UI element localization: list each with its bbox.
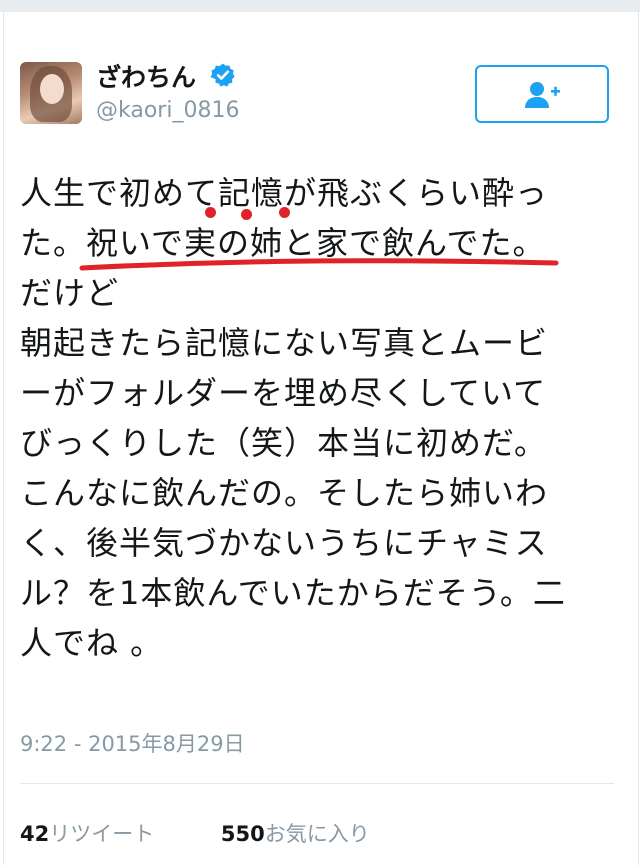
avatar-face xyxy=(40,74,64,104)
verified-badge-icon xyxy=(210,63,235,87)
retweet-count: 42 xyxy=(20,822,50,846)
user-handle[interactable]: @kaori_0816 xyxy=(96,98,239,123)
emphasis-dot xyxy=(279,207,290,218)
page-top-band xyxy=(0,0,640,12)
like-label: お気に入り xyxy=(264,822,370,846)
tweet-stats: 42リツイート 550お気に入り xyxy=(20,818,430,848)
tweet-timestamp[interactable]: 9:22 - 2015年8月29日 xyxy=(20,728,245,758)
emphasis-dot xyxy=(241,209,252,220)
display-name[interactable]: ざわちん xyxy=(96,58,196,94)
retweet-stat[interactable]: 42リツイート xyxy=(20,818,154,848)
like-stat[interactable]: 550お気に入り xyxy=(221,818,370,848)
like-count: 550 xyxy=(220,822,265,846)
add-user-icon xyxy=(525,82,560,108)
emphasis-underline xyxy=(79,258,559,271)
divider xyxy=(20,783,614,784)
emphasis-dot xyxy=(205,207,216,218)
retweet-label: リツイート xyxy=(49,822,155,846)
avatar[interactable] xyxy=(20,62,82,124)
follow-button[interactable] xyxy=(475,65,609,123)
